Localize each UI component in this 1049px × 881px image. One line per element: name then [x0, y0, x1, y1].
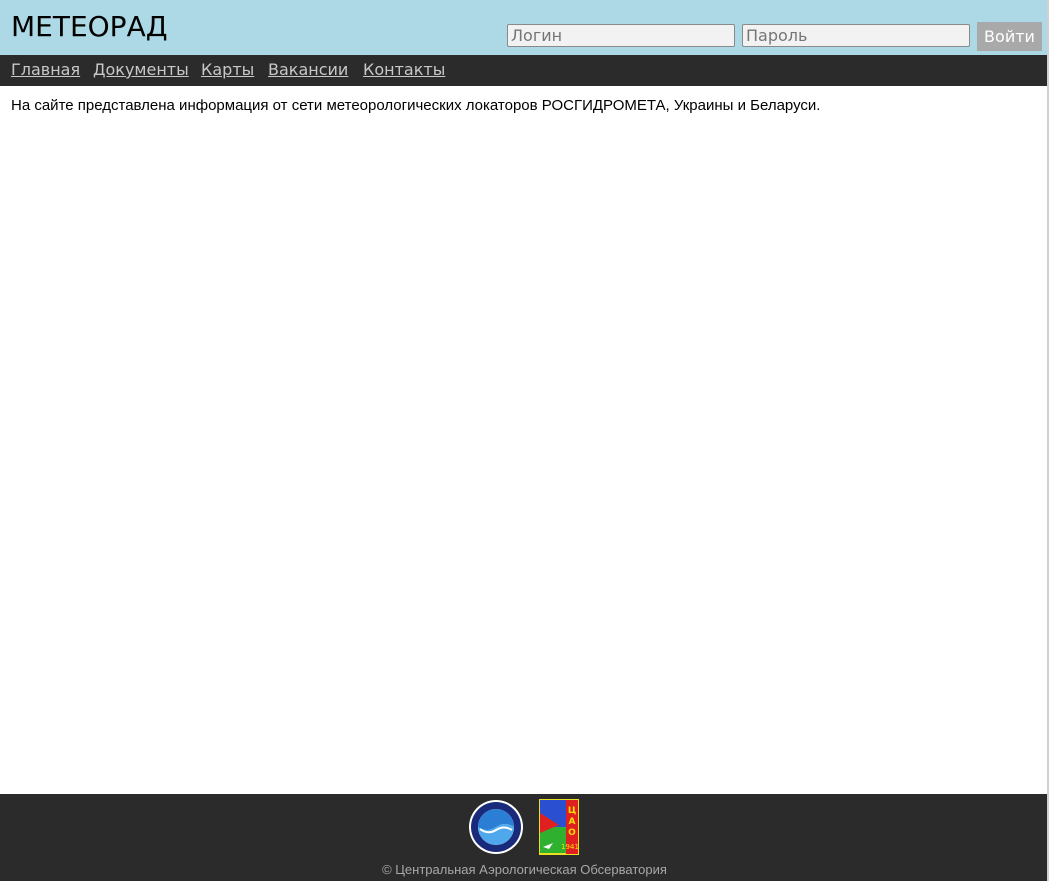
- copyright-text: © Центральная Аэрологическая Обсерватори…: [382, 862, 667, 877]
- login-button[interactable]: Войти: [977, 22, 1042, 51]
- roshydromet-logo-icon[interactable]: [468, 799, 524, 855]
- main-nav: Главная Документы Карты Вакансии Контакт…: [0, 55, 1049, 86]
- footer: Ц А О 1941 © Центральная Аэрологическая …: [0, 794, 1049, 881]
- svg-text:1941: 1941: [561, 843, 579, 851]
- svg-text:Ц: Ц: [568, 806, 576, 816]
- nav-link-contacts[interactable]: Контакты: [363, 60, 445, 80]
- nav-link-documents[interactable]: Документы: [93, 60, 189, 80]
- nav-link-maps[interactable]: Карты: [201, 60, 254, 80]
- intro-text: На сайте представлена информация от сети…: [11, 97, 821, 114]
- header: МЕТЕОРАД Войти: [0, 0, 1049, 55]
- cao-logo-icon[interactable]: Ц А О 1941: [539, 799, 579, 855]
- svg-text:А: А: [569, 817, 576, 827]
- site-title: МЕТЕОРАД: [11, 10, 168, 43]
- nav-link-vacancies[interactable]: Вакансии: [268, 60, 348, 80]
- svg-text:О: О: [568, 828, 576, 838]
- password-input[interactable]: [742, 24, 970, 47]
- nav-link-home[interactable]: Главная: [11, 60, 80, 80]
- login-input[interactable]: [507, 24, 735, 47]
